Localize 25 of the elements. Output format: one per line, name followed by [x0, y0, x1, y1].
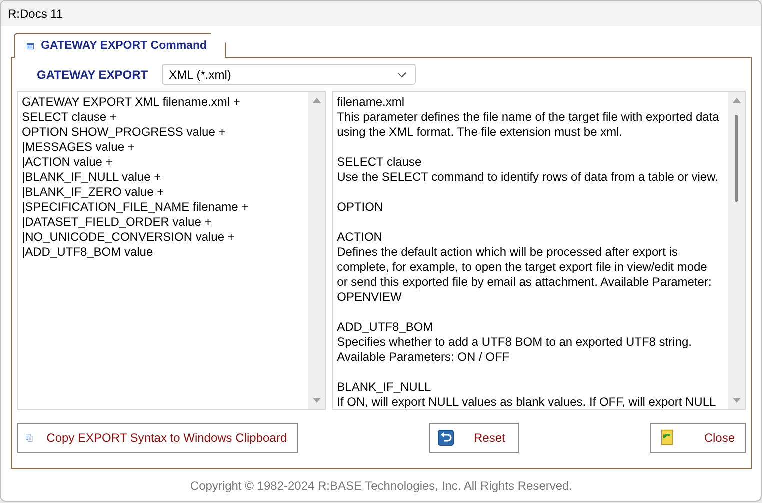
help-paragraph: OPTION: [337, 200, 384, 215]
close-button[interactable]: Close: [650, 422, 746, 452]
syntax-line: |ACTION value +: [22, 155, 114, 170]
help-paragraph: SELECT clause Use the SELECT command to identify rows of data from a table or view.: [337, 155, 720, 185]
help-paragraph: BLANK_IF_NULL If ON, will export NULL values as blank values. If OFF, will export NULL: [337, 380, 718, 409]
window-title: R:Docs 11: [8, 6, 64, 20]
syntax-line: |SPECIFICATION_FILE_NAME filename +: [22, 200, 250, 215]
syntax-line: |BLANK_IF_NULL value +: [22, 170, 162, 185]
help-paragraph: ADD_UTF8_BOM Specifies whether to add a UTF8 BOM to an exported UTF8 string. Available Parameters: ON / OFF: [337, 320, 693, 365]
reset-button[interactable]: Reset: [429, 422, 519, 452]
help-paragraph: filename.xml This parameter defines the file name of the target file with exported data using the XML format. The file extension must be xml.: [337, 95, 720, 140]
copyright-text: Copyright © 1982-2024 R:BASE Technologies, Inc. All Rights Reserved.: [189, 478, 574, 493]
syntax-line: |MESSAGES value +: [22, 140, 136, 155]
help-paragraph: ACTION Defines the default action which will be processed after export is complete, for example, to open the target export file in view/edit mode or send this exported file by email as attachment. Available Parameter: OPENVIEW: [337, 230, 713, 305]
format-dropdown[interactable]: XML (*.xml): [162, 64, 416, 85]
syntax-line: |BLANK_IF_ZERO value +: [22, 185, 166, 200]
syntax-line: OPTION SHOW_PROGRESS value +: [22, 125, 227, 140]
syntax-line: GATEWAY EXPORT XML filename.xml +: [22, 95, 242, 110]
copy-button[interactable]: Copy EXPORT Syntax to Windows Clipboard: [17, 422, 298, 452]
syntax-line: |NO_UNICODE_CONVERSION value +: [22, 230, 236, 245]
syntax-line: |ADD_UTF8_BOM value: [22, 245, 154, 260]
format-label: GATEWAY EXPORT: [37, 68, 148, 82]
syntax-line: |DATASET_FIELD_ORDER value +: [22, 215, 213, 230]
tab[interactable]: GATEWAY EXPORT Command: [14, 33, 226, 58]
syntax-line: SELECT clause +: [22, 110, 118, 125]
